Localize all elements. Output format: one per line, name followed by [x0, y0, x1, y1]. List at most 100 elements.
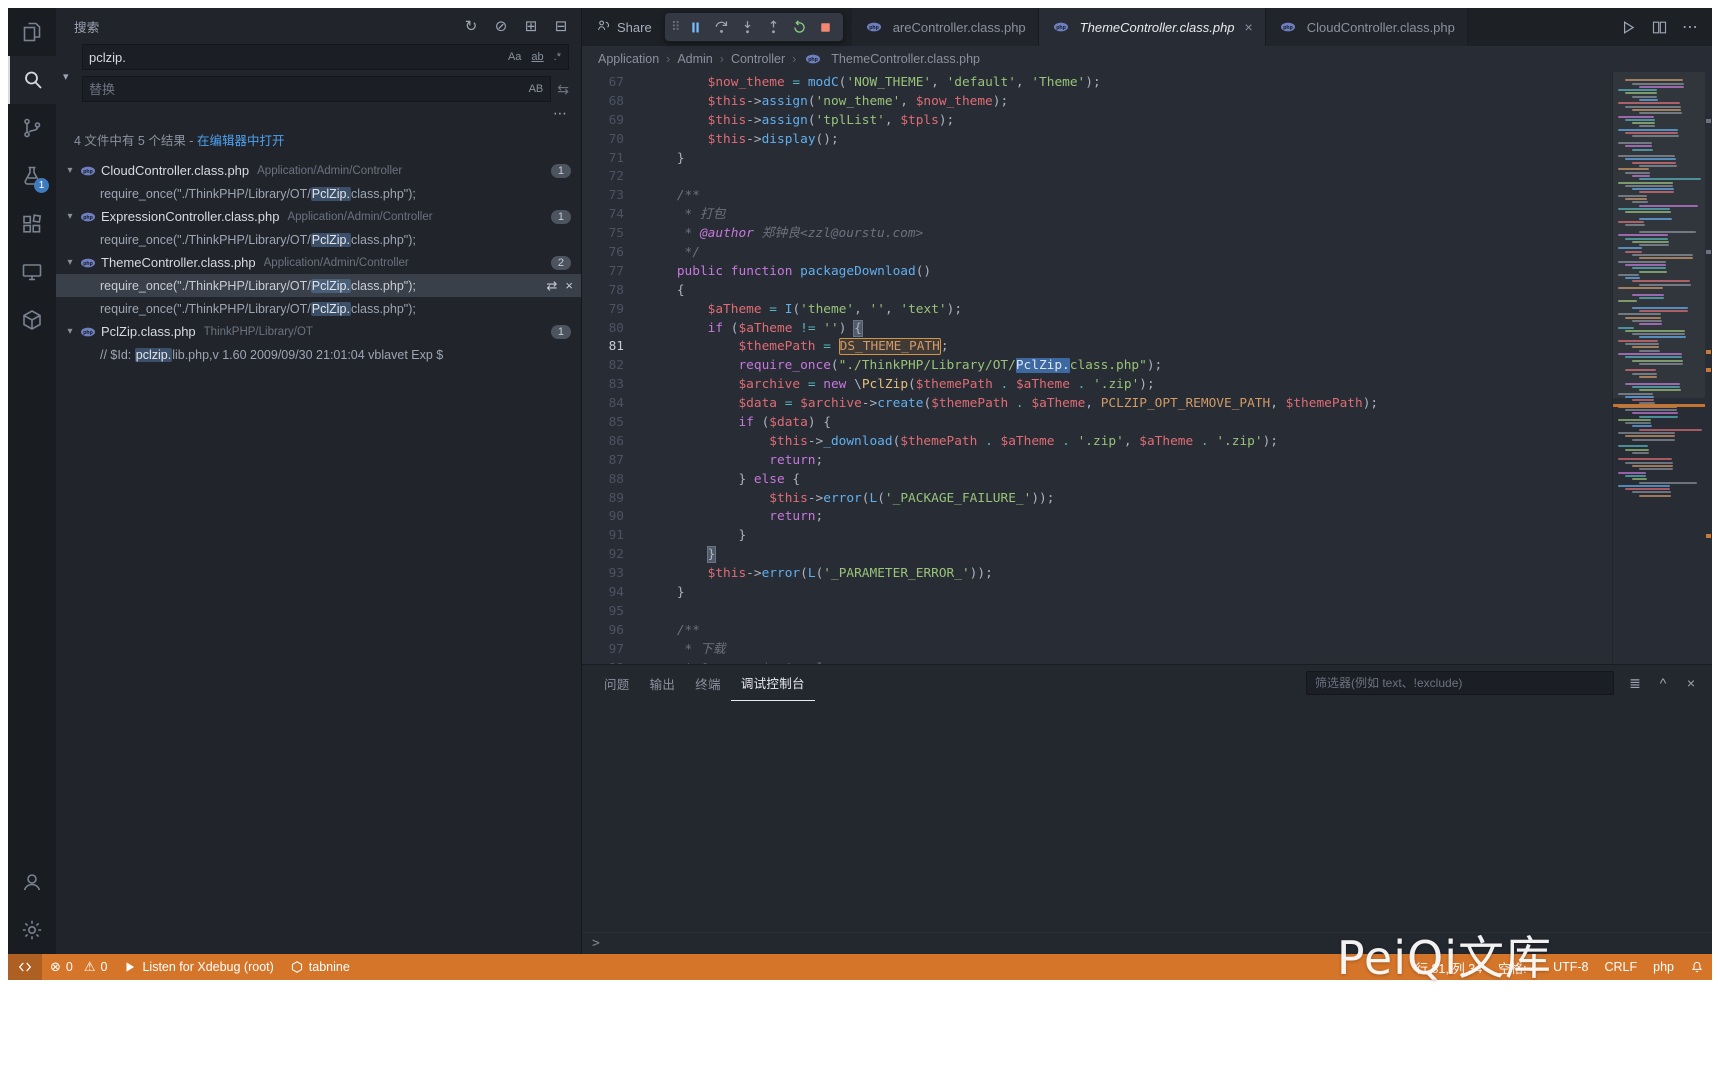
breadcrumb-item[interactable]: phpThemeController.class.php — [803, 51, 980, 67]
step-over-button[interactable] — [710, 15, 734, 39]
match-case-toggle[interactable]: Aa — [505, 49, 524, 65]
status-notifications[interactable] — [1682, 954, 1712, 980]
activity-explorer-button[interactable] — [8, 8, 56, 56]
pause-button[interactable] — [684, 15, 708, 39]
activity-remote-explorer-button[interactable] — [8, 248, 56, 296]
code-line: 67 $now_theme = modC('NOW_THEME', 'defau… — [582, 74, 1612, 93]
preserve-case-toggle[interactable]: AB — [526, 81, 547, 97]
close-panel-button[interactable]: × — [1682, 675, 1700, 692]
search-result-match[interactable]: require_once("./ThinkPHP/Library/OT/PclZ… — [56, 228, 581, 251]
split-editor-button[interactable] — [1651, 19, 1668, 36]
status-language-mode[interactable]: php — [1645, 954, 1682, 980]
run-debug-button[interactable] — [1620, 19, 1637, 36]
regex-toggle[interactable]: .* — [551, 49, 564, 65]
activity-extensions-button[interactable] — [8, 200, 56, 248]
search-result-match[interactable]: require_once("./ThinkPHP/Library/OT/PclZ… — [56, 297, 581, 320]
filter-lines-button[interactable]: ≣ — [1626, 675, 1644, 692]
result-count-badge: 1 — [551, 164, 571, 178]
collapse-chevron-icon[interactable]: ▾ — [62, 211, 78, 222]
editor-tab[interactable]: phpareController.class.php — [852, 8, 1039, 46]
panel-tab[interactable]: 问题 — [594, 665, 640, 701]
code-line: 79 $aTheme = I('theme', '', 'text'); — [582, 301, 1612, 320]
breadcrumb-item[interactable]: Controller — [731, 52, 785, 66]
dismiss-match-icon[interactable]: × — [565, 278, 573, 294]
step-out-button[interactable] — [762, 15, 786, 39]
line-number: 69 — [582, 112, 624, 131]
minimap[interactable] — [1612, 72, 1712, 664]
collapse-all-button[interactable]: ⊟ — [551, 17, 571, 35]
search-result-file[interactable]: ▾phpThemeController.class.phpApplication… — [56, 251, 581, 274]
search-result-match[interactable]: require_once("./ThinkPHP/Library/OT/PclZ… — [56, 274, 581, 297]
activity-accounts-button[interactable] — [8, 858, 56, 906]
open-new-search-editor-button[interactable]: ⊞ — [521, 17, 541, 35]
search-input[interactable] — [83, 50, 505, 65]
code-line-content: $themePath = DS_THEME_PATH; — [624, 338, 949, 357]
activity-settings-button[interactable] — [8, 906, 56, 954]
more-actions-button[interactable]: ⋯ — [553, 108, 567, 122]
status-problems[interactable]: ⊗0⚠0 — [42, 954, 115, 980]
line-number: 95 — [582, 603, 624, 622]
search-result-match[interactable]: require_once("./ThinkPHP/Library/OT/PclZ… — [56, 182, 581, 205]
collapse-chevron-icon[interactable]: ▾ — [62, 326, 78, 337]
maximize-panel-button[interactable]: ^ — [1654, 675, 1672, 692]
status-xdebug[interactable]: Listen for Xdebug (root) — [115, 954, 281, 980]
panel-tab[interactable]: 调试控制台 — [731, 665, 815, 701]
editor-tab[interactable]: phpThemeController.class.php× — [1039, 8, 1266, 46]
search-result-file[interactable]: ▾phpExpressionController.class.phpApplic… — [56, 205, 581, 228]
search-input-box: Aaab .* — [82, 44, 569, 70]
sidebar-title: 搜索 — [74, 17, 100, 36]
more-actions-button[interactable]: ⋯ — [1682, 17, 1698, 37]
status-indentation[interactable]: 空格: 4 — [1490, 954, 1545, 980]
activity-search-button[interactable] — [8, 56, 56, 104]
replace-input[interactable] — [83, 82, 526, 97]
code-line-content: /** — [624, 622, 700, 641]
status-tabnine[interactable]: tabnine — [282, 954, 358, 980]
debug-console-filter-input[interactable] — [1307, 676, 1613, 690]
search-result-file[interactable]: ▾phpCloudController.class.phpApplication… — [56, 159, 581, 182]
search-result-match[interactable]: // $Id: pclzip.lib.php,v 1.60 2009/09/30… — [56, 343, 581, 366]
replace-all-button[interactable]: ⇆ — [557, 81, 569, 98]
line-number: 96 — [582, 622, 624, 641]
search-result-file[interactable]: ▾phpPclZip.class.phpThinkPHP/Library/OT1 — [56, 320, 581, 343]
result-file-path: Application/Admin/Controller — [287, 211, 542, 223]
line-number: 74 — [582, 206, 624, 225]
close-tab-icon[interactable]: × — [1245, 19, 1253, 35]
match-highlight: PclZip. — [311, 279, 351, 293]
breadcrumb-item[interactable]: Admin — [677, 52, 712, 66]
debug-console-prompt[interactable]: > — [582, 932, 1712, 954]
code-line: 90 return; — [582, 508, 1612, 527]
svg-text:php: php — [83, 330, 93, 336]
status-encoding[interactable]: UTF-8 — [1545, 954, 1596, 980]
code-line-content: } — [624, 584, 685, 603]
panel-tab[interactable]: 输出 — [640, 665, 686, 701]
code-line: 94 } — [582, 584, 1612, 603]
activity-source-control-button[interactable] — [8, 104, 56, 152]
match-highlight: PclZip. — [311, 302, 351, 316]
collapse-chevron-icon[interactable]: ▾ — [62, 257, 78, 268]
step-into-button[interactable] — [736, 15, 760, 39]
whole-word-toggle[interactable]: ab — [528, 49, 546, 65]
clear-search-results-button[interactable]: ⊘ — [491, 17, 511, 35]
code-line-content: $this->_download($themePath . $aTheme . … — [624, 433, 1278, 452]
panel-tab[interactable]: 终端 — [685, 665, 731, 701]
status-cursor-position[interactable]: 行 81, 列 34 — [1407, 954, 1490, 980]
breadcrumb-item[interactable]: Application — [598, 52, 659, 66]
result-file-path: ThinkPHP/Library/OT — [204, 326, 543, 338]
live-share-button[interactable]: Share — [582, 8, 664, 46]
replace-match-icon[interactable]: ⇄ — [547, 278, 558, 294]
toggle-replace-chevron[interactable]: ▾ — [63, 70, 69, 83]
collapse-chevron-icon[interactable]: ▾ — [62, 165, 78, 176]
status-eol[interactable]: CRLF — [1596, 954, 1645, 980]
drag-handle-icon[interactable]: ⠿ — [670, 19, 682, 35]
minimap-slider[interactable] — [1613, 72, 1705, 398]
stop-button[interactable] — [814, 15, 838, 39]
line-number: 97 — [582, 641, 624, 660]
status-remote-indicator[interactable] — [8, 954, 42, 980]
refresh-button[interactable]: ↻ — [461, 17, 481, 35]
open-in-editor-link[interactable]: 在编辑器中打开 — [197, 134, 285, 148]
restart-button[interactable] — [788, 15, 812, 39]
editor-tab[interactable]: phpCloudController.class.php — [1266, 8, 1468, 46]
activity-run-debug-button[interactable]: 1 — [8, 152, 56, 200]
code-editor[interactable]: 67 $now_theme = modC('NOW_THEME', 'defau… — [582, 72, 1612, 664]
activity-package-button[interactable] — [8, 296, 56, 344]
